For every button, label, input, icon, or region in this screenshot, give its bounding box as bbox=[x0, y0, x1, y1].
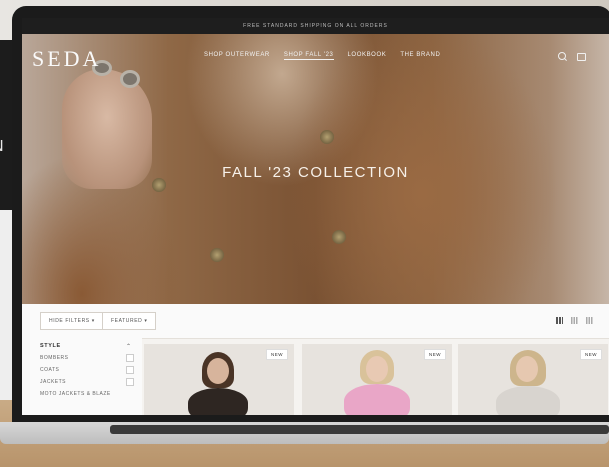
nav-shop-fall-23[interactable]: SHOP FALL '23 bbox=[283, 52, 334, 60]
ring-icon bbox=[120, 70, 140, 88]
sort-dropdown[interactable]: FEATURED ▾ bbox=[102, 312, 157, 330]
filter-option-bombers[interactable]: BOMBERS bbox=[40, 355, 69, 361]
product-model-face bbox=[366, 356, 388, 382]
site-logo[interactable]: SEDA bbox=[32, 46, 101, 72]
new-badge: NEW bbox=[580, 349, 602, 360]
nav-shop-outerwear[interactable]: SHOP OUTERWEAR bbox=[204, 52, 270, 60]
filter-option-jackets[interactable]: JACKETS bbox=[40, 379, 66, 385]
filter-checkbox[interactable] bbox=[126, 366, 134, 374]
product-card[interactable]: NEW bbox=[302, 344, 452, 415]
laptop-keyboard bbox=[110, 425, 609, 434]
product-card[interactable]: NEW bbox=[458, 344, 608, 415]
nav-lookbook[interactable]: LOOKBOOK bbox=[348, 52, 387, 60]
shopping-bag-icon[interactable] bbox=[577, 53, 586, 61]
filter-checkbox[interactable] bbox=[126, 354, 134, 362]
new-badge: NEW bbox=[266, 349, 288, 360]
new-badge: NEW bbox=[424, 349, 446, 360]
filter-sidebar: STYLE ⌃ BOMBERS COATS JACKETS MOTO JACKE… bbox=[22, 338, 142, 415]
laptop-screen: FREE STANDARD SHIPPING ON ALL ORDERS SED… bbox=[22, 18, 609, 415]
coat-button bbox=[210, 248, 224, 262]
grid-view-small-icon[interactable] bbox=[586, 317, 593, 324]
hide-filters-button[interactable]: HIDE FILTERS ▾ bbox=[40, 312, 104, 330]
chevron-up-icon[interactable]: ⌃ bbox=[126, 343, 131, 350]
filter-bar: HIDE FILTERS ▾ FEATURED ▾ bbox=[22, 304, 609, 339]
main-nav: SHOP OUTERWEAR SHOP FALL '23 LOOKBOOK TH… bbox=[204, 52, 440, 60]
coat-button bbox=[320, 130, 334, 144]
filter-option-coats[interactable]: COATS bbox=[40, 367, 59, 373]
filter-checkbox[interactable] bbox=[126, 378, 134, 386]
product-model-face bbox=[516, 356, 538, 382]
product-model-body bbox=[496, 386, 560, 415]
search-icon[interactable] bbox=[558, 52, 566, 60]
grid-view-large-icon[interactable] bbox=[556, 317, 563, 324]
shipping-banner: FREE STANDARD SHIPPING ON ALL ORDERS bbox=[22, 18, 609, 34]
product-model-body bbox=[344, 384, 410, 415]
filter-option-moto-jackets[interactable]: MOTO JACKETS & BLAZE bbox=[40, 391, 111, 397]
product-card[interactable]: NEW bbox=[144, 344, 294, 415]
coat-button bbox=[332, 230, 346, 244]
product-model-face bbox=[207, 358, 229, 384]
nav-the-brand[interactable]: THE BRAND bbox=[400, 52, 440, 60]
background-monitor-text: N bbox=[0, 138, 5, 156]
hero-image: SEDA SHOP OUTERWEAR SHOP FALL '23 LOOKBO… bbox=[22, 34, 609, 304]
product-model-body bbox=[188, 388, 248, 415]
hero-title: FALL '23 COLLECTION bbox=[222, 164, 409, 181]
filter-style-heading[interactable]: STYLE bbox=[40, 343, 61, 349]
grid-view-medium-icon[interactable] bbox=[571, 317, 578, 324]
